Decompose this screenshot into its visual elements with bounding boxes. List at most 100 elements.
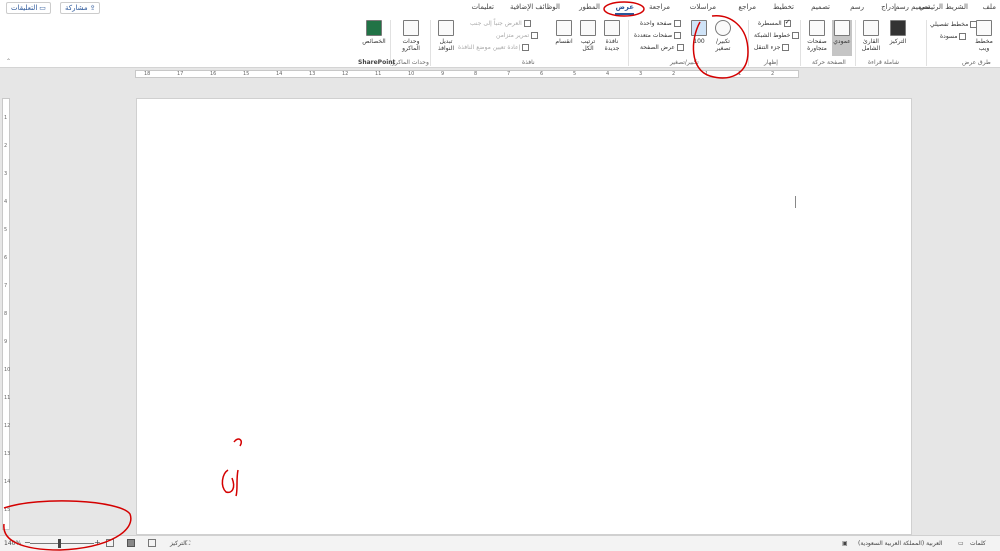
language-status[interactable]: العربية (المملكة العربية السعودية) [858,540,943,547]
vruler-tick: 13 [4,451,11,457]
ruler-tick: 8 [474,71,478,77]
tab-draw-design[interactable]: تصميم رسم [895,3,930,11]
ruler-tick: 14 [276,71,283,77]
side-to-side-button[interactable]: صفحات متجاورة [804,20,830,52]
tab-file[interactable]: ملف [983,3,996,11]
comments-label: التعليقات [11,4,38,12]
immersive-group-label: شاملة قراءة [868,59,899,66]
show-group-label: إظهار [764,59,778,66]
new-window-button[interactable]: نافذة جديدة [600,20,624,52]
read-mode-status-icon[interactable] [148,539,156,547]
horizontal-ruler[interactable]: 18 17 16 15 14 13 12 11 10 9 8 7 6 5 4 3 2 1 1 2 [135,70,799,78]
ruler-checkbox[interactable]: المسطرة [758,18,791,27]
print-layout-status-icon[interactable] [127,539,135,547]
outline-button[interactable]: مخطط تفصيلي [930,21,978,28]
vertical-button[interactable]: عمودي [832,20,852,56]
vruler-tick: 11 [4,395,11,401]
comments-button[interactable]: ▭ التعليقات [6,2,51,14]
vertical-ruler[interactable]: 1 2 3 4 5 6 7 8 9 10 11 12 13 14 15 [2,98,10,530]
ribbon-view: مخطط ويب مخطط تفصيلي مسودة طرق عرض الترك… [0,16,1000,68]
split-button[interactable]: انقسام [552,20,576,45]
one-page-button[interactable]: صفحة واحدة [640,20,681,27]
tab-mailings[interactable]: مراسلات [690,3,716,11]
group-separator [748,20,749,66]
one-page-icon [673,20,681,27]
focus-button[interactable]: التركيز [886,20,910,45]
macros-group-label: وحدات الماكرو [392,59,429,66]
ruler-tick: 16 [210,71,217,77]
collapse-ribbon-icon[interactable]: ⌃ [6,58,11,65]
side-by-side-button[interactable]: العرض جنباً إلى جنب [470,20,531,27]
zoom-percent[interactable]: 140% [4,540,21,547]
outline-icon [970,21,978,28]
ruler-tick: 7 [507,71,511,77]
draft-label: مسودة [940,33,958,40]
reset-window-position-button[interactable]: إعادة تعيين موضع النافذة [458,44,530,51]
immersive-reader-button[interactable]: القارئ الشامل [858,20,884,52]
vruler-tick: 14 [4,479,11,485]
reset-window-label: إعادة تعيين موضع النافذة [458,44,521,51]
proofing-icon[interactable]: ▭ [958,540,964,547]
page-width-button[interactable]: عرض الصفحة [640,44,684,51]
sharepoint-properties-icon [366,20,382,36]
web-layout-status-icon[interactable] [106,539,114,547]
tab-review[interactable]: مراجعة [649,3,670,11]
group-separator [430,20,431,66]
multiple-pages-button[interactable]: صفحات متعددة [634,32,682,39]
zoom-100-label: 100 [693,38,705,45]
ruler-tick: 4 [606,71,610,77]
word-count[interactable]: كلمات [970,540,986,547]
group-separator [855,20,856,66]
macros-label: وحدات الماكرو [402,38,420,52]
new-window-icon [604,20,620,36]
switch-windows-button[interactable]: تبديل النوافذ [434,20,458,52]
share-icon: ⇪ [89,4,96,12]
share-button[interactable]: ⇪ مشاركة [60,2,101,14]
sync-scroll-label: تمرير متزامن [496,32,530,39]
tab-references[interactable]: مراجع [738,3,756,11]
ruler-tick: 11 [375,71,382,77]
immersive-reader-label: القارئ الشامل [861,38,881,52]
zoom-in-button[interactable]: + [94,538,101,547]
nav-pane-checkbox[interactable]: جزء التنقل [754,44,790,51]
accessibility-icon[interactable]: ▣ [842,540,848,547]
tab-developer[interactable]: المطور [579,3,600,11]
tab-view[interactable]: عرض [615,3,634,15]
arrange-all-button[interactable]: ترتيب الكل [578,20,598,52]
tab-design[interactable]: تصميم [811,3,830,11]
status-bar: 140% − + ⛶ التركيز ▣ العربية (المملكة ال… [0,535,1000,551]
tab-draw[interactable]: رسم [850,3,864,11]
zoom-100-button[interactable]: 100 [690,20,708,45]
zoom-slider-thumb[interactable] [58,539,61,548]
share-label: مشاركة [65,4,88,12]
ruler-tick: 2 [771,71,775,77]
tab-layout[interactable]: تخطيط [773,3,794,11]
ruler-tick: 1 [705,71,709,77]
zoom-button[interactable]: تكبير/ تصغير [710,20,736,52]
ruler-tick: 6 [540,71,544,77]
gridlines-checkbox[interactable]: خطوط الشبكة [754,32,800,39]
sync-scroll-button[interactable]: تمرير متزامن [496,32,539,39]
draft-button[interactable]: مسودة [940,33,967,40]
zoom-slider[interactable] [30,543,94,544]
tab-addins[interactable]: الوظائف الإضافية [510,3,560,11]
tab-insert[interactable]: إدراج [881,3,896,11]
ruler-tick: 17 [177,71,184,77]
arrange-all-icon [580,20,596,36]
zoom-group-label: تكبير/تصغير [670,59,699,66]
text-cursor [795,196,796,208]
nav-pane-check-icon [782,44,790,51]
focus-status-label[interactable]: التركيز [170,540,187,547]
group-separator [628,20,629,66]
tab-help[interactable]: تعليمات [471,3,494,11]
vruler-tick: 15 [4,507,11,513]
vruler-tick: 10 [4,367,11,373]
document-page[interactable] [136,98,912,535]
vruler-tick: 1 [4,115,8,121]
ruler-tick: 5 [573,71,577,77]
macros-button[interactable]: وحدات الماكرو [396,20,426,52]
views-group-label: طرق عرض [962,59,991,66]
web-layout-label: مخطط ويب [975,38,993,52]
ruler-tick: 1 [738,71,742,77]
properties-button[interactable]: الخصائص [360,20,388,45]
